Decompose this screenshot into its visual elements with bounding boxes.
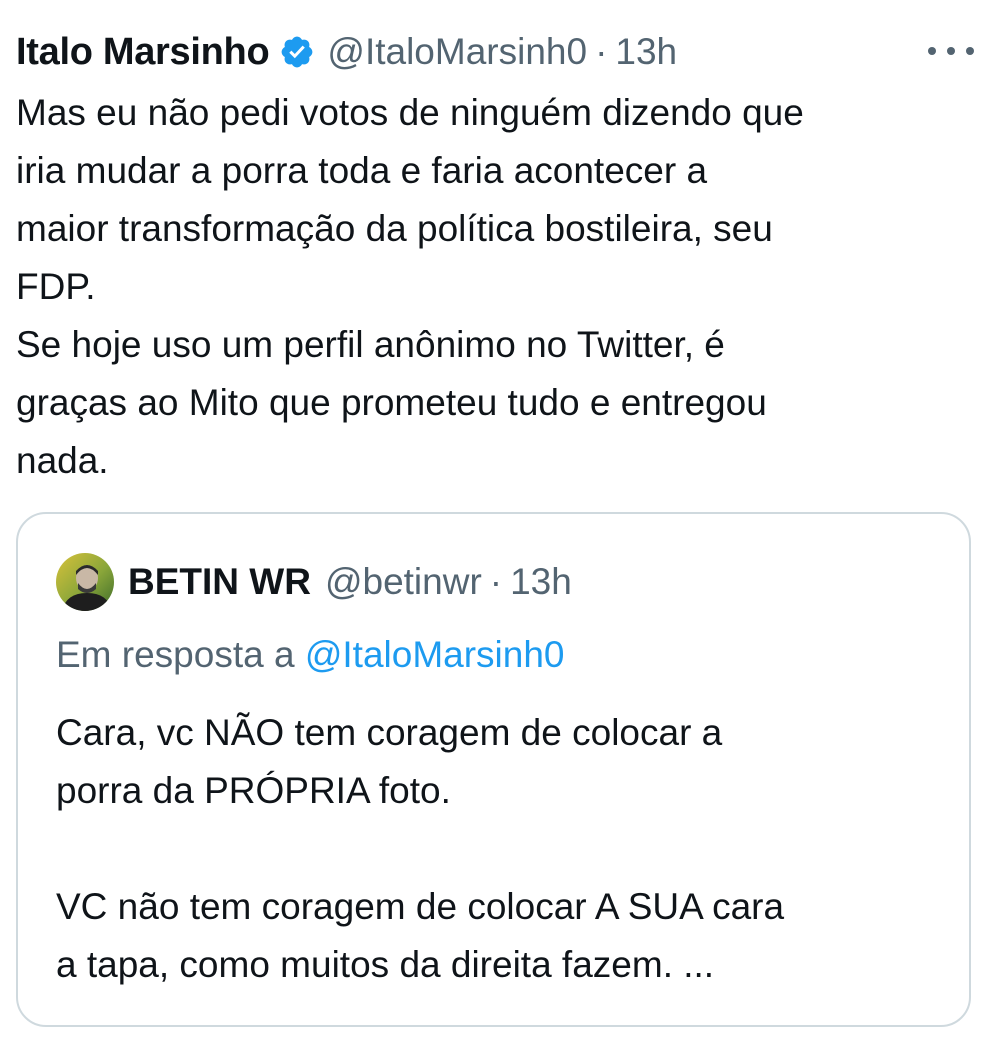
quoted-line: a tapa, como muitos da direita fazem. ..… — [56, 944, 715, 985]
dot-icon — [947, 47, 955, 55]
quoted-timestamp[interactable]: 13h — [510, 561, 572, 603]
tweet-line: FDP. — [16, 266, 96, 307]
quoted-line: porra da PRÓPRIA foto. — [56, 770, 451, 811]
quoted-line: Cara, vc NÃO tem coragem de colocar a — [56, 712, 723, 753]
tweet-line: graças ao Mito que prometeu tudo e entre… — [16, 382, 767, 423]
dot-icon — [928, 47, 936, 55]
separator-dot: · — [595, 31, 608, 72]
reply-context: Em resposta a @ItaloMarsinh0 — [56, 634, 565, 676]
author-handle[interactable]: @ItaloMarsinh0 — [327, 31, 587, 73]
quoted-author-handle[interactable]: @betinwr — [325, 561, 482, 603]
tweet-line: maior transformação da política bostilei… — [16, 208, 773, 249]
author-name[interactable]: Italo Marsinho — [16, 31, 270, 74]
reply-prefix: Em resposta a — [56, 634, 295, 675]
avatar-image — [56, 553, 114, 611]
quoted-line: VC não tem coragem de colocar A SUA cara — [56, 886, 785, 927]
verified-badge-icon[interactable] — [279, 34, 315, 70]
tweet-text: Mas eu não pedi votos de ninguém dizendo… — [16, 84, 974, 490]
quoted-tweet[interactable]: BETIN WR @betinwr · 13h Em resposta a @I… — [16, 512, 971, 1027]
tweet-timestamp[interactable]: 13h — [615, 31, 677, 73]
tweet-line: nada. — [16, 440, 109, 481]
tweet-line: Mas eu não pedi votos de ninguém dizendo… — [16, 92, 804, 133]
separator-dot: · — [489, 561, 503, 602]
dot-icon — [966, 47, 974, 55]
quoted-tweet-text: Cara, vc NÃO tem coragem de colocar a po… — [56, 704, 946, 994]
quoted-tweet-header: BETIN WR @betinwr · 13h — [56, 552, 572, 612]
tweet-header: Italo Marsinho @ItaloMarsinh0 · 13h — [16, 26, 974, 78]
avatar[interactable] — [56, 553, 114, 611]
more-options-icon[interactable] — [928, 36, 974, 66]
reply-mention-link[interactable]: @ItaloMarsinh0 — [305, 634, 565, 675]
tweet-line: Se hoje uso um perfil anônimo no Twitter… — [16, 324, 725, 365]
tweet-line: iria mudar a porra toda e faria acontece… — [16, 150, 708, 191]
quoted-author-name[interactable]: BETIN WR — [128, 561, 311, 603]
